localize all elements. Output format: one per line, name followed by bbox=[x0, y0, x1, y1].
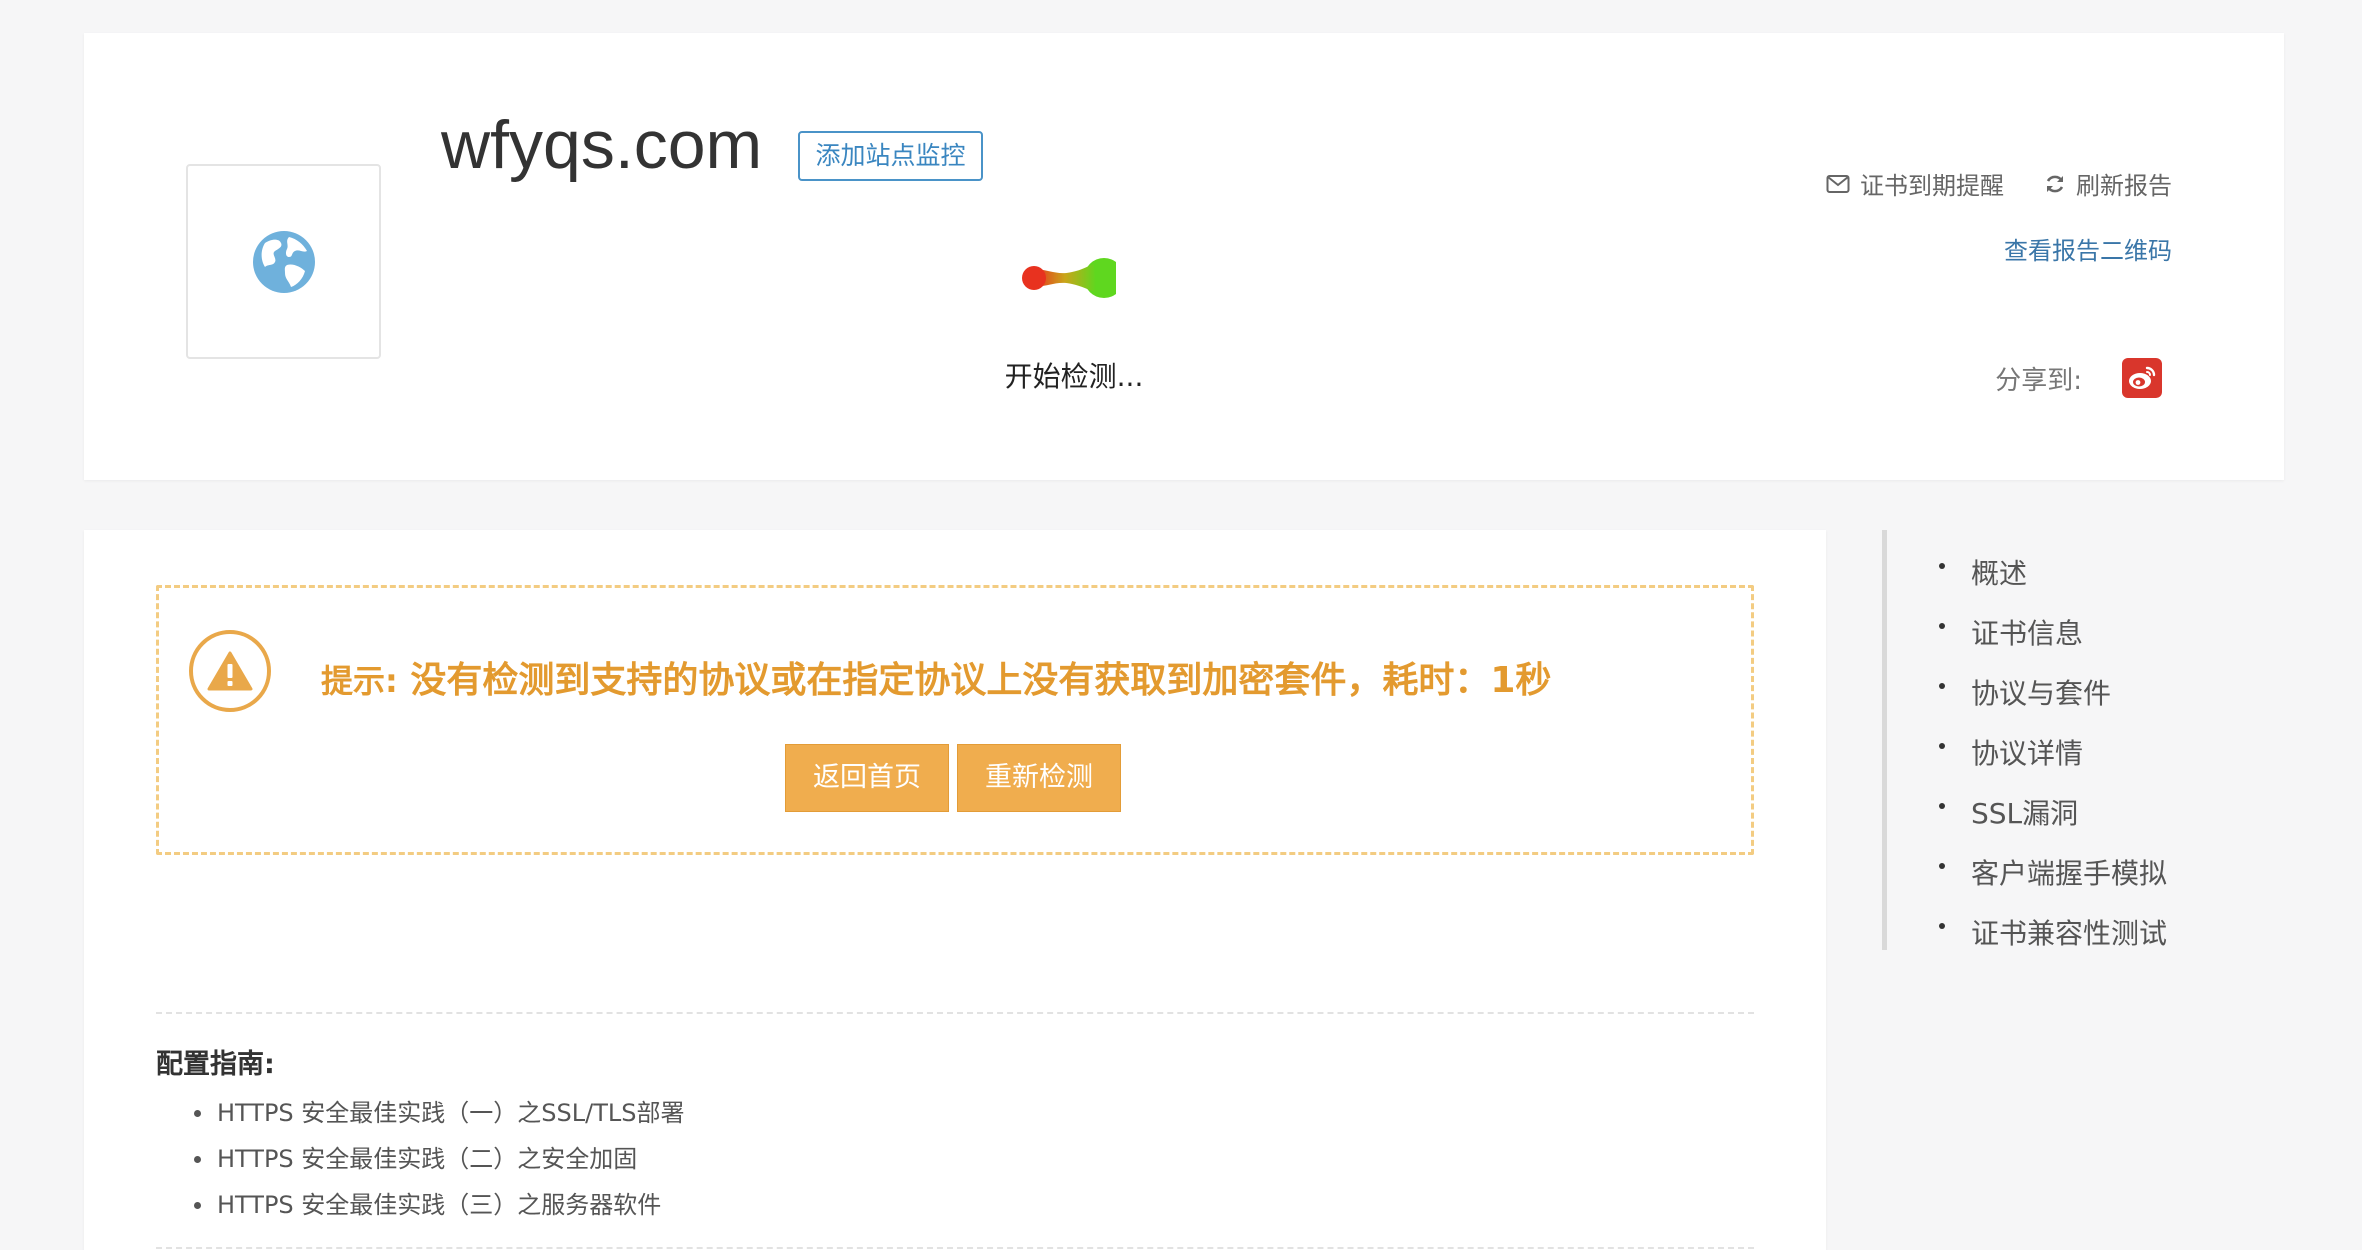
bullet-icon bbox=[1939, 743, 1945, 749]
divider bbox=[156, 1012, 1754, 1014]
share-label: 分享到: bbox=[1995, 365, 2082, 396]
refresh-icon bbox=[2046, 175, 2064, 192]
bullet-icon bbox=[1939, 683, 1945, 689]
nav-item-cert-compat[interactable]: 证书兼容性测试 bbox=[1939, 904, 2262, 964]
share-row: 分享到: bbox=[1995, 358, 2162, 398]
bullet-icon bbox=[194, 1155, 201, 1163]
recheck-button[interactable]: 重新检测 bbox=[957, 744, 1121, 812]
refresh-report-link[interactable]: 刷新报告 bbox=[2044, 166, 2172, 201]
nav-item-overview[interactable]: 概述 bbox=[1939, 544, 2262, 604]
divider bbox=[156, 1247, 1754, 1249]
bullet-icon bbox=[1939, 623, 1945, 629]
weibo-icon bbox=[2129, 366, 2156, 389]
mail-icon bbox=[1826, 174, 1850, 193]
nav-item-label: 协议与套件 bbox=[1971, 677, 2112, 710]
warning-actions: 返回首页 重新检测 bbox=[785, 744, 1121, 812]
nav-item-label: 证书兼容性测试 bbox=[1971, 917, 2168, 950]
bullet-icon bbox=[1939, 863, 1945, 869]
loading-text: 开始检测... bbox=[1004, 360, 1144, 393]
cert-expiry-reminder-link[interactable]: 证书到期提醒 bbox=[1826, 166, 2004, 201]
warning-message: 提示: 没有检测到支持的协议或在指定协议上没有获取到加密套件，耗时：1秒 bbox=[321, 651, 1551, 703]
config-guide-list: HTTPS 安全最佳实践（一）之SSL/TLS部署 HTTPS 安全最佳实践（二… bbox=[194, 1090, 684, 1228]
site-favicon bbox=[186, 164, 381, 359]
guide-link-label: HTTPS 安全最佳实践（一）之SSL/TLS部署 bbox=[217, 1099, 685, 1127]
guide-link[interactable]: HTTPS 安全最佳实践（二）之安全加固 bbox=[194, 1136, 684, 1182]
warning-icon bbox=[189, 630, 271, 712]
refresh-report-label: 刷新报告 bbox=[2076, 172, 2172, 200]
bullet-icon bbox=[1939, 563, 1945, 569]
add-monitor-button[interactable]: 添加站点监控 bbox=[798, 131, 983, 181]
bullet-icon bbox=[1939, 923, 1945, 929]
back-home-button[interactable]: 返回首页 bbox=[785, 744, 949, 812]
config-guide-title: 配置指南: bbox=[156, 1049, 275, 1080]
globe-icon bbox=[252, 230, 315, 293]
nav-item-label: 证书信息 bbox=[1971, 617, 2084, 650]
view-report-qrcode-link[interactable]: 查看报告二维码 bbox=[2004, 231, 2172, 266]
nav-item-protocols-suites[interactable]: 协议与套件 bbox=[1939, 664, 2262, 724]
bullet-icon bbox=[194, 1201, 201, 1209]
nav-item-label: 概述 bbox=[1971, 557, 2028, 590]
site-domain: wfyqs.com bbox=[441, 107, 763, 183]
nav-item-ssl-vulns[interactable]: SSL漏洞 bbox=[1939, 784, 2262, 844]
nav-item-label: SSL漏洞 bbox=[1971, 797, 2079, 830]
guide-link[interactable]: HTTPS 安全最佳实践（三）之服务器软件 bbox=[194, 1182, 684, 1228]
warning-box: 提示: 没有检测到支持的协议或在指定协议上没有获取到加密套件，耗时：1秒 返回首… bbox=[156, 585, 1754, 855]
nav-item-protocol-details[interactable]: 协议详情 bbox=[1939, 724, 2262, 784]
nav-item-label: 协议详情 bbox=[1971, 737, 2084, 770]
guide-link-label: HTTPS 安全最佳实践（三）之服务器软件 bbox=[217, 1191, 662, 1219]
loading-spinner-icon bbox=[1022, 258, 1116, 298]
report-header: wfyqs.com 添加站点监控 开始检测... 证书到期提醒 刷新报告 查看报… bbox=[84, 33, 2284, 480]
bullet-icon bbox=[1939, 803, 1945, 809]
header-actions: 证书到期提醒 刷新报告 bbox=[1826, 166, 2172, 201]
nav-item-cert-info[interactable]: 证书信息 bbox=[1939, 604, 2262, 664]
bullet-icon bbox=[194, 1109, 201, 1117]
report-side-nav: 概述 证书信息 协议与套件 协议详情 SSL漏洞 客户端握手模拟 证书兼容性测试 bbox=[1882, 530, 2262, 950]
report-body: 提示: 没有检测到支持的协议或在指定协议上没有获取到加密套件，耗时：1秒 返回首… bbox=[84, 530, 1826, 1250]
guide-link-label: HTTPS 安全最佳实践（二）之安全加固 bbox=[217, 1145, 638, 1173]
nav-item-client-handshake[interactable]: 客户端握手模拟 bbox=[1939, 844, 2262, 904]
weibo-share-button[interactable] bbox=[2122, 358, 2162, 398]
warning-prefix: 提示: bbox=[321, 662, 398, 700]
warning-message-text: 没有检测到支持的协议或在指定协议上没有获取到加密套件，耗时：1秒 bbox=[410, 660, 1552, 701]
guide-link[interactable]: HTTPS 安全最佳实践（一）之SSL/TLS部署 bbox=[194, 1090, 684, 1136]
nav-item-label: 客户端握手模拟 bbox=[1971, 857, 2168, 890]
cert-expiry-reminder-label: 证书到期提醒 bbox=[1860, 172, 2004, 200]
